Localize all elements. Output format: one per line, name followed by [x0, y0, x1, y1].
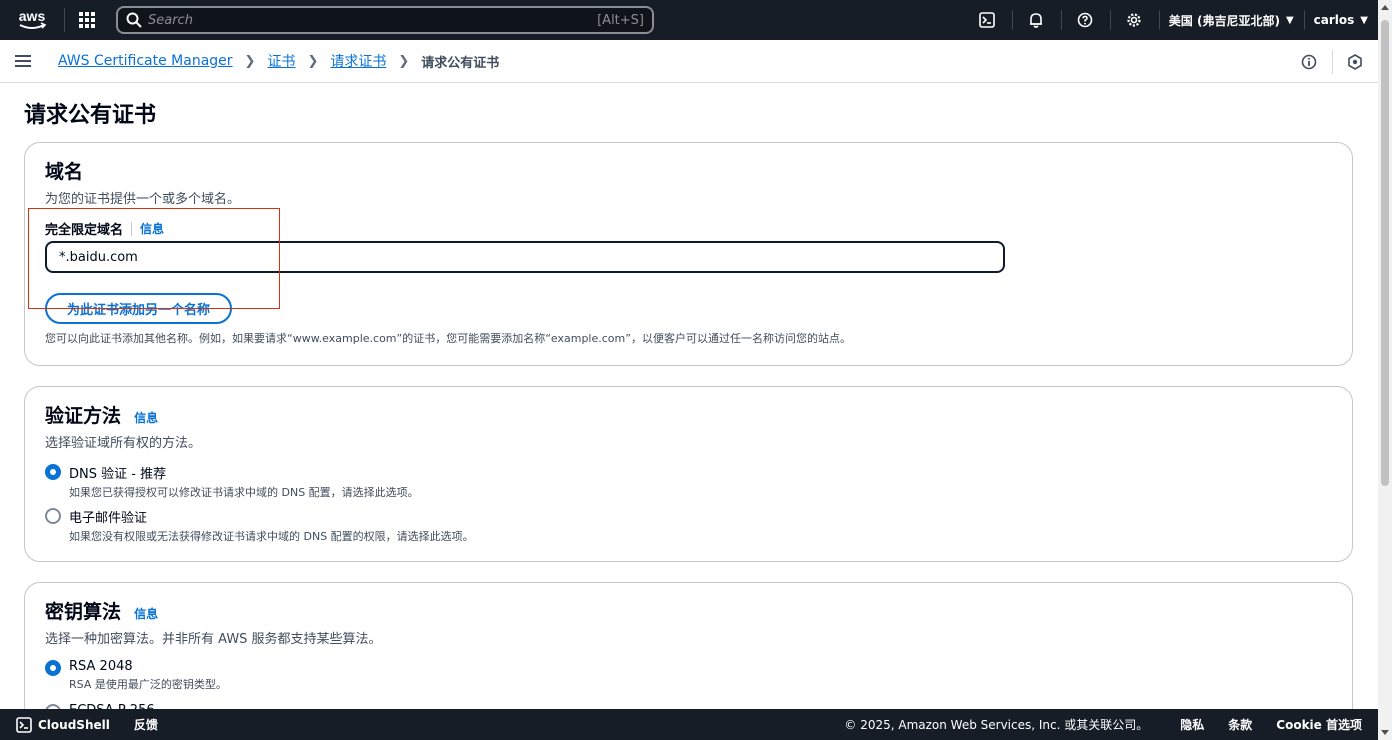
domain-panel-title: 域名 — [45, 161, 84, 183]
algorithm-panel-title: 密钥算法 — [45, 601, 122, 623]
algorithm-info-link[interactable]: 信息 — [134, 607, 158, 621]
fqdn-input[interactable]: *.baidu.com — [45, 241, 1005, 273]
fqdn-input-value: *.baidu.com — [59, 249, 138, 265]
breadcrumb-bar: AWS Certificate Manager ❯ 证书 ❯ 请求证书 ❯ 请求… — [0, 40, 1378, 83]
footer-cookie-link[interactable]: Cookie 首选项 — [1276, 716, 1362, 733]
rsa-label: RSA 2048 — [69, 659, 133, 674]
aws-logo[interactable]: aws — [0, 0, 64, 40]
label-divider — [131, 221, 133, 236]
page-scrollbar[interactable] — [1378, 0, 1392, 740]
terminal-icon — [979, 12, 996, 28]
side-nav-toggle[interactable] — [15, 54, 47, 68]
domain-names-panel: 域名 为您的证书提供一个或多个域名。 完全限定域名 信息 *.baidu.com… — [24, 142, 1353, 366]
rsa-desc: RSA 是使用最广泛的密钥类型。 — [69, 678, 227, 691]
footer-cloudshell-button[interactable]: CloudShell — [16, 716, 110, 733]
dns-validation-radio[interactable] — [45, 464, 61, 480]
account-menu[interactable]: carlos ▼ — [1303, 0, 1378, 40]
rsa-radio[interactable] — [45, 660, 61, 676]
validation-panel-title: 验证方法 — [45, 405, 122, 427]
help-icon — [1077, 12, 1093, 28]
footer-privacy-link[interactable]: 隐私 — [1180, 716, 1204, 733]
dns-validation-label: DNS 验证 - 推荐 — [69, 467, 167, 482]
region-label: 美国 (弗吉尼亚北部) — [1168, 13, 1280, 28]
hexagon-icon — [1348, 53, 1362, 70]
footer-cloudshell-label: CloudShell — [38, 717, 110, 732]
cloudshell-button[interactable] — [963, 0, 1012, 40]
algorithm-panel-description: 选择一种加密算法。并非所有 AWS 服务都支持某些算法。 — [45, 632, 382, 647]
fqdn-info-link[interactable]: 信息 — [140, 220, 164, 237]
email-validation-option[interactable]: 电子邮件验证 如果您没有权限或无法获得修改证书请求中域的 DNS 配置的权限，请… — [45, 507, 474, 544]
grid-icon — [79, 12, 95, 28]
footer-terms-link[interactable]: 条款 — [1228, 716, 1252, 733]
add-name-button-label: 为此证书添加另一个名称 — [67, 303, 211, 318]
breadcrumb-certificates[interactable]: 证书 — [267, 51, 295, 71]
notifications-button[interactable] — [1011, 0, 1061, 40]
breadcrumb: AWS Certificate Manager ❯ 证书 ❯ 请求证书 ❯ 请求… — [58, 51, 499, 71]
user-name: carlos — [1313, 13, 1355, 27]
bell-icon — [1030, 13, 1043, 28]
region-selector[interactable]: 美国 (弗吉尼亚北部) ▼ — [1158, 0, 1304, 40]
console-footer: CloudShell 反馈 © 2025, Amazon Web Service… — [0, 709, 1378, 740]
info-panel-button[interactable] — [1286, 40, 1332, 83]
fqdn-label: 完全限定域名 — [45, 223, 124, 238]
email-validation-label: 电子邮件验证 — [69, 511, 148, 526]
services-menu-button[interactable] — [65, 0, 109, 40]
domain-panel-description: 为您的证书提供一个或多个域名。 — [45, 192, 241, 207]
search-icon — [126, 12, 142, 28]
top-navigation: aws Search [Alt+S] 美国 (弗吉尼亚北部) ▼ carlos … — [0, 0, 1378, 40]
email-validation-radio[interactable] — [45, 508, 61, 524]
page-title: 请求公有证书 — [24, 103, 157, 128]
breadcrumb-current: 请求公有证书 — [421, 55, 500, 71]
gear-icon — [1127, 13, 1141, 27]
settings-button[interactable] — [1109, 0, 1159, 40]
chevron-right-icon: ❯ — [244, 53, 256, 69]
rsa-option[interactable]: RSA 2048 RSA 是使用最广泛的密钥类型。 — [45, 659, 227, 692]
chevron-right-icon: ❯ — [307, 53, 319, 69]
dns-validation-option[interactable]: DNS 验证 - 推荐 如果您已获得授权可以修改证书请求中域的 DNS 配置，请… — [45, 463, 419, 500]
chevron-right-icon: ❯ — [398, 53, 410, 69]
aws-logo-icon: aws — [19, 9, 47, 29]
caret-down-icon: ▼ — [1360, 14, 1368, 26]
validation-info-link[interactable]: 信息 — [134, 411, 158, 425]
search-shortcut: [Alt+S] — [597, 12, 644, 28]
caret-down-icon: ▼ — [1285, 14, 1294, 26]
validation-panel-description: 选择验证域所有权的方法。 — [45, 436, 202, 451]
scroll-down-arrow-icon[interactable] — [1381, 730, 1389, 735]
footer-copyright: © 2025, Amazon Web Services, Inc. 或其关联公司… — [844, 718, 1149, 732]
add-name-hint: 您可以向此证书添加其他名称。例如，如果要请求“www.example.com”的… — [45, 332, 851, 345]
breadcrumb-request[interactable]: 请求证书 — [330, 51, 386, 71]
footer-feedback-link[interactable]: 反馈 — [134, 716, 158, 733]
search-placeholder: Search — [148, 12, 193, 28]
scroll-up-arrow-icon[interactable] — [1381, 5, 1389, 10]
svg-text:aws: aws — [19, 9, 46, 24]
terminal-icon — [16, 716, 32, 733]
ai-assistant-button[interactable] — [1332, 40, 1378, 83]
info-icon — [1301, 54, 1317, 69]
add-name-button[interactable]: 为此证书添加另一个名称 — [45, 293, 233, 324]
menu-icon — [15, 55, 31, 67]
scrollbar-thumb[interactable] — [1381, 20, 1389, 486]
breadcrumb-acm[interactable]: AWS Certificate Manager — [58, 53, 233, 69]
dns-validation-desc: 如果您已获得授权可以修改证书请求中域的 DNS 配置，请选择此选项。 — [69, 486, 419, 499]
search-input[interactable]: Search [Alt+S] — [116, 6, 654, 34]
validation-method-panel: 验证方法 信息 选择验证域所有权的方法。 DNS 验证 - 推荐 如果您已获得授… — [24, 386, 1353, 562]
email-validation-desc: 如果您没有权限或无法获得修改证书请求中域的 DNS 配置的权限，请选择此选项。 — [69, 530, 474, 543]
help-button[interactable] — [1060, 0, 1110, 40]
